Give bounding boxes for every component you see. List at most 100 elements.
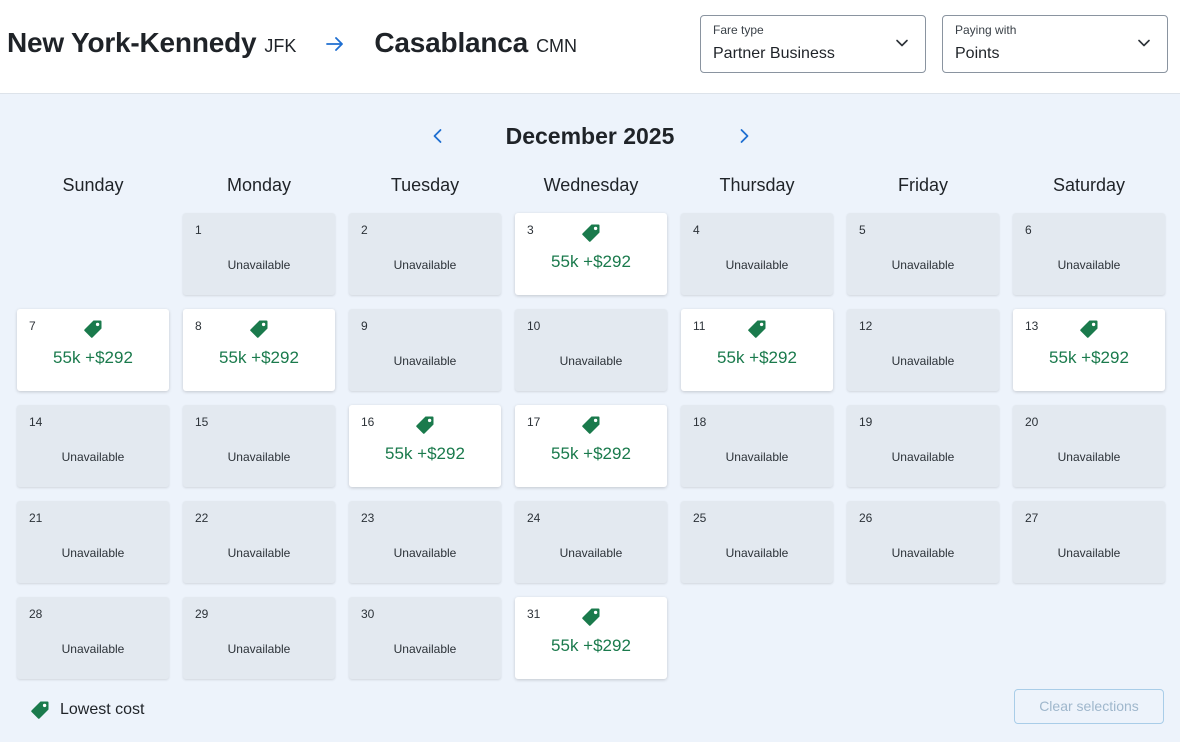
unavailable-label: Unavailable bbox=[1057, 258, 1121, 272]
price-tag-icon bbox=[416, 416, 434, 434]
weekday-label: Thursday bbox=[719, 175, 795, 195]
fare-type-select[interactable]: Fare type Partner Business bbox=[700, 15, 926, 73]
calendar-day-25: 25 Unavailable bbox=[681, 501, 833, 583]
day-number: 29 bbox=[195, 607, 209, 621]
calendar-day-30: 30 Unavailable bbox=[349, 597, 501, 679]
calendar-day-21: 21 Unavailable bbox=[17, 501, 169, 583]
legend-label: Lowest cost bbox=[60, 701, 145, 718]
day-number: 12 bbox=[859, 319, 873, 333]
price-tag-icon bbox=[250, 320, 268, 338]
unavailable-label: Unavailable bbox=[393, 546, 457, 560]
day-number: 20 bbox=[1025, 415, 1039, 429]
calendar-day-7[interactable]: 7 55k +$292 bbox=[17, 309, 169, 391]
route-summary: New York-Kennedy JFK Casablanca CMN bbox=[7, 27, 577, 59]
month-title: December 2025 bbox=[505, 123, 675, 149]
unavailable-label: Unavailable bbox=[227, 546, 291, 560]
calendar-day-16[interactable]: 16 55k +$292 bbox=[349, 405, 501, 487]
calendar-day-13[interactable]: 13 55k +$292 bbox=[1013, 309, 1165, 391]
calendar-day-15: 15 Unavailable bbox=[183, 405, 335, 487]
paying-with-value: Points bbox=[955, 45, 1000, 62]
calendar-day-23: 23 Unavailable bbox=[349, 501, 501, 583]
day-number: 24 bbox=[527, 511, 541, 525]
calendar-day-12: 12 Unavailable bbox=[847, 309, 999, 391]
unavailable-label: Unavailable bbox=[227, 642, 291, 656]
day-number: 10 bbox=[527, 319, 541, 333]
calendar-day-10: 10 Unavailable bbox=[515, 309, 667, 391]
price-tag-icon bbox=[582, 224, 600, 242]
unavailable-label: Unavailable bbox=[559, 546, 623, 560]
day-number: 7 bbox=[29, 319, 36, 333]
weekday-label: Tuesday bbox=[390, 175, 460, 195]
calendar-day-26: 26 Unavailable bbox=[847, 501, 999, 583]
day-number: 19 bbox=[859, 415, 873, 429]
price-tag-icon bbox=[582, 608, 600, 626]
day-number: 31 bbox=[527, 607, 541, 621]
day-number: 15 bbox=[195, 415, 209, 429]
calendar-day-19: 19 Unavailable bbox=[847, 405, 999, 487]
calendar-day-22: 22 Unavailable bbox=[183, 501, 335, 583]
calendar-day-9: 9 Unavailable bbox=[349, 309, 501, 391]
price-tag-icon bbox=[31, 701, 49, 719]
unavailable-label: Unavailable bbox=[61, 546, 125, 560]
day-number: 28 bbox=[29, 607, 43, 621]
day-number: 11 bbox=[693, 319, 706, 333]
legend: Lowest cost bbox=[30, 700, 144, 720]
unavailable-label: Unavailable bbox=[61, 450, 125, 464]
paying-with-select[interactable]: Paying with Points bbox=[942, 15, 1168, 73]
calendar-day-31[interactable]: 31 55k +$292 bbox=[515, 597, 667, 679]
unavailable-label: Unavailable bbox=[891, 258, 955, 272]
day-price: 55k +$292 bbox=[717, 348, 797, 367]
day-number: 30 bbox=[361, 607, 375, 621]
calendar-day-17[interactable]: 17 55k +$292 bbox=[515, 405, 667, 487]
calendar-day-28: 28 Unavailable bbox=[17, 597, 169, 679]
weekday-label: Sunday bbox=[62, 175, 124, 195]
unavailable-label: Unavailable bbox=[891, 450, 955, 464]
unavailable-label: Unavailable bbox=[227, 258, 291, 272]
day-number: 23 bbox=[361, 511, 375, 525]
day-price: 55k +$292 bbox=[219, 348, 299, 367]
calendar-day-24: 24 Unavailable bbox=[515, 501, 667, 583]
day-number: 1 bbox=[195, 223, 202, 237]
month-navigation: December 2025 bbox=[0, 120, 1180, 154]
unavailable-label: Unavailable bbox=[61, 642, 125, 656]
paying-with-label: Paying with bbox=[955, 23, 1017, 37]
calendar-day-6: 6 Unavailable bbox=[1013, 213, 1165, 295]
unavailable-label: Unavailable bbox=[393, 354, 457, 368]
calendar-day-11[interactable]: 11 55k +$292 bbox=[681, 309, 833, 391]
day-number: 26 bbox=[859, 511, 873, 525]
calendar-day-2: 2 Unavailable bbox=[349, 213, 501, 295]
unavailable-label: Unavailable bbox=[891, 546, 955, 560]
chevron-down-icon bbox=[896, 39, 908, 47]
day-price: 55k +$292 bbox=[551, 636, 631, 655]
calendar-day-20: 20 Unavailable bbox=[1013, 405, 1165, 487]
calendar-day-8[interactable]: 8 55k +$292 bbox=[183, 309, 335, 391]
day-number: 18 bbox=[693, 415, 707, 429]
calendar-day-3[interactable]: 3 55k +$292 bbox=[515, 213, 667, 295]
price-tag-icon bbox=[748, 320, 766, 338]
arrow-right-icon bbox=[326, 31, 346, 57]
calendar-day-27: 27 Unavailable bbox=[1013, 501, 1165, 583]
day-price: 55k +$292 bbox=[551, 252, 631, 271]
unavailable-label: Unavailable bbox=[393, 258, 457, 272]
clear-selections-button[interactable]: Clear selections bbox=[1014, 689, 1164, 724]
weekday-label: Friday bbox=[897, 175, 948, 195]
fare-type-label: Fare type bbox=[713, 23, 764, 37]
day-number: 25 bbox=[693, 511, 707, 525]
chevron-right-icon[interactable] bbox=[734, 126, 754, 146]
unavailable-label: Unavailable bbox=[227, 450, 291, 464]
route-header: New York-Kennedy JFK Casablanca CMN Fare… bbox=[0, 0, 1180, 94]
day-number: 5 bbox=[859, 223, 866, 237]
unavailable-label: Unavailable bbox=[1057, 450, 1121, 464]
unavailable-label: Unavailable bbox=[725, 258, 789, 272]
unavailable-label: Unavailable bbox=[1057, 546, 1121, 560]
unavailable-label: Unavailable bbox=[725, 546, 789, 560]
calendar-day-4: 4 Unavailable bbox=[681, 213, 833, 295]
destination-city: Casablanca bbox=[374, 27, 529, 58]
calendar-day-18: 18 Unavailable bbox=[681, 405, 833, 487]
calendar-day-14: 14 Unavailable bbox=[17, 405, 169, 487]
price-tag-icon bbox=[1080, 320, 1098, 338]
unavailable-label: Unavailable bbox=[393, 642, 457, 656]
day-number: 8 bbox=[195, 319, 202, 333]
origin-code: JFK bbox=[264, 36, 297, 56]
day-number: 2 bbox=[361, 223, 368, 237]
